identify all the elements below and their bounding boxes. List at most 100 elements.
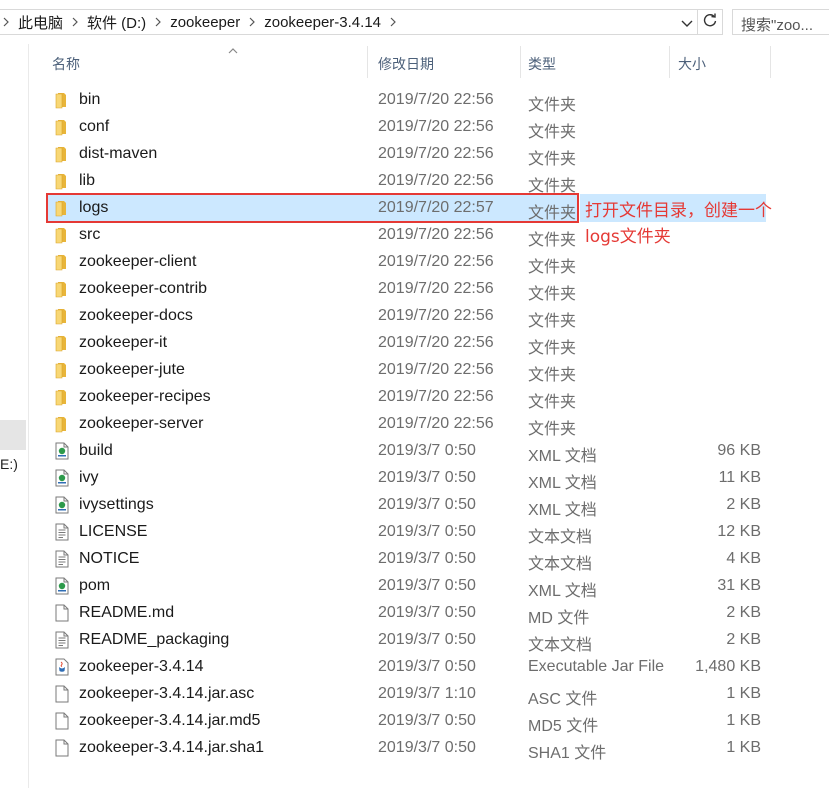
file-row[interactable]: lib 2019/7/20 22:56 文件夹: [48, 167, 578, 195]
annotation-line-1: 打开文件目录，创建一个: [585, 201, 772, 221]
file-row[interactable]: bin 2019/7/20 22:56 文件夹: [48, 86, 578, 114]
column-divider[interactable]: [770, 46, 771, 78]
file-name: zookeeper-3.4.14: [79, 658, 204, 675]
file-name: zookeeper-client: [79, 253, 197, 270]
refresh-icon: [702, 12, 718, 33]
nav-drive-label[interactable]: E:): [0, 456, 18, 472]
file-date: 2019/7/20 22:56: [378, 91, 494, 108]
folder-icon: [54, 415, 70, 433]
file-row[interactable]: zookeeper-docs 2019/7/20 22:56 文件夹: [48, 302, 578, 330]
folder-icon: [54, 172, 70, 190]
file-row[interactable]: LICENSE 2019/3/7 0:50 文本文档 12 KB: [48, 518, 761, 546]
chevron-down-icon[interactable]: [681, 16, 693, 33]
file-size: 2 KB: [726, 604, 761, 621]
nav-selected-item[interactable]: [0, 420, 26, 450]
file-row[interactable]: zookeeper-jute 2019/7/20 22:56 文件夹: [48, 356, 578, 384]
file-row[interactable]: zookeeper-recipes 2019/7/20 22:56 文件夹: [48, 383, 578, 411]
chevron-right-icon[interactable]: [0, 17, 12, 27]
file-size: 1,480 KB: [695, 658, 761, 675]
file-name: README_packaging: [79, 631, 230, 648]
breadcrumb-zookeeper-3-4-14[interactable]: zookeeper-3.4.14: [258, 14, 387, 31]
chevron-right-icon[interactable]: [152, 17, 164, 27]
file-row[interactable]: README.md 2019/3/7 0:50 MD 文件 2 KB: [48, 599, 761, 627]
file-row[interactable]: zookeeper-client 2019/7/20 22:56 文件夹: [48, 248, 578, 276]
file-row[interactable]: zookeeper-3.4.14.jar.sha1 2019/3/7 0:50 SH…: [48, 734, 761, 762]
breadcrumb-drive-d[interactable]: 软件 (D:): [81, 12, 152, 33]
file-size: 4 KB: [726, 550, 761, 567]
folder-icon: [54, 253, 70, 271]
refresh-button[interactable]: [697, 9, 723, 35]
chevron-right-icon[interactable]: [387, 17, 399, 27]
blank-file-icon: [54, 739, 70, 757]
file-date: 2019/7/20 22:56: [378, 118, 494, 135]
file-name: conf: [79, 118, 110, 135]
column-divider[interactable]: [367, 46, 368, 78]
file-type: 文件夹: [528, 232, 577, 249]
column-header-name[interactable]: 名称: [52, 54, 80, 74]
column-divider[interactable]: [520, 46, 521, 78]
file-type: Executable Jar File: [528, 658, 665, 675]
file-row[interactable]: ivy 2019/3/7 0:50 XML 文档 11 KB: [48, 464, 761, 492]
file-name: bin: [79, 91, 101, 108]
file-row[interactable]: zookeeper-3.4.14.jar.md5 2019/3/7 0:50 MD5…: [48, 707, 761, 735]
search-input[interactable]: 搜索"zoo...: [732, 9, 829, 35]
file-row[interactable]: NOTICE 2019/3/7 0:50 文本文档 4 KB: [48, 545, 761, 573]
file-name: zookeeper-it: [79, 334, 168, 351]
blank-file-icon: [54, 604, 70, 622]
file-row[interactable]: README_packaging 2019/3/7 0:50 文本文档 2 KB: [48, 626, 761, 654]
file-type: 文本文档: [528, 556, 593, 573]
file-row[interactable]: src 2019/7/20 22:56 文件夹: [48, 221, 578, 249]
chevron-right-icon[interactable]: [246, 17, 258, 27]
file-type: 文件夹: [528, 313, 577, 330]
file-name: zookeeper-server: [79, 415, 204, 432]
breadcrumb-this-pc[interactable]: 此电脑: [12, 12, 69, 33]
file-size: 12 KB: [717, 523, 761, 540]
column-header-size[interactable]: 大小: [678, 54, 706, 74]
breadcrumb-zookeeper[interactable]: zookeeper: [164, 14, 246, 31]
file-type: 文件夹: [528, 151, 577, 168]
file-name: zookeeper-contrib: [79, 280, 208, 297]
column-header-type[interactable]: 类型: [528, 54, 556, 74]
folder-icon: [54, 307, 70, 325]
file-date: 2019/3/7 0:50: [378, 496, 476, 513]
file-type: 文件夹: [528, 286, 577, 303]
file-row[interactable]: pom 2019/3/7 0:50 XML 文档 31 KB: [48, 572, 761, 600]
file-type: 文件夹: [528, 97, 577, 114]
file-date: 2019/3/7 0:50: [378, 604, 476, 621]
file-name: dist-maven: [79, 145, 158, 162]
file-name: zookeeper-3.4.14.jar.md5: [79, 712, 261, 729]
folder-icon: [54, 226, 70, 244]
file-row[interactable]: zookeeper-3.4.14 2019/3/7 0:50 Executable …: [48, 653, 761, 680]
file-row[interactable]: zookeeper-contrib 2019/7/20 22:56 文件夹: [48, 275, 578, 303]
file-row[interactable]: zookeeper-server 2019/7/20 22:56 文件夹: [48, 410, 578, 438]
file-name: zookeeper-3.4.14.jar.sha1: [79, 739, 265, 756]
blank-file-icon: [54, 712, 70, 730]
file-type: 文件夹: [528, 394, 577, 411]
chevron-right-icon[interactable]: [69, 17, 81, 27]
text-file-icon: [54, 523, 70, 541]
file-size: 1 KB: [726, 685, 761, 702]
column-divider[interactable]: [669, 46, 670, 78]
address-bar-row: 此电脑 软件 (D:) zookeeper zookeeper-3.4.14 搜…: [0, 0, 829, 44]
file-date: 2019/3/7 0:50: [378, 442, 476, 459]
file-type: XML 文档: [528, 475, 597, 492]
file-row[interactable]: zookeeper-3.4.14.jar.asc 2019/3/7 1:10 ASC…: [48, 680, 761, 708]
navigation-pane[interactable]: E:): [0, 44, 29, 788]
file-row[interactable]: conf 2019/7/20 22:56 文件夹: [48, 113, 578, 141]
file-row[interactable]: ivysettings 2019/3/7 0:50 XML 文档 2 KB: [48, 491, 761, 519]
file-name: zookeeper-3.4.14.jar.asc: [79, 685, 255, 702]
sort-ascending-icon: [228, 42, 238, 60]
file-name: NOTICE: [79, 550, 140, 567]
file-date: 2019/7/20 22:56: [378, 145, 494, 162]
address-bar[interactable]: 此电脑 软件 (D:) zookeeper zookeeper-3.4.14: [0, 9, 698, 35]
file-date: 2019/3/7 0:50: [378, 658, 476, 675]
folder-icon: [54, 388, 70, 406]
column-headers: 名称 修改日期 类型 大小: [28, 44, 829, 80]
file-type: XML 文档: [528, 583, 597, 600]
file-row[interactable]: build 2019/3/7 0:50 XML 文档 96 KB: [48, 437, 761, 465]
file-row[interactable]: zookeeper-it 2019/7/20 22:56 文件夹: [48, 329, 578, 357]
column-header-date[interactable]: 修改日期: [378, 54, 434, 74]
file-date: 2019/3/7 1:10: [378, 685, 476, 702]
file-row[interactable]: dist-maven 2019/7/20 22:56 文件夹: [48, 140, 578, 168]
folder-icon: [54, 361, 70, 379]
